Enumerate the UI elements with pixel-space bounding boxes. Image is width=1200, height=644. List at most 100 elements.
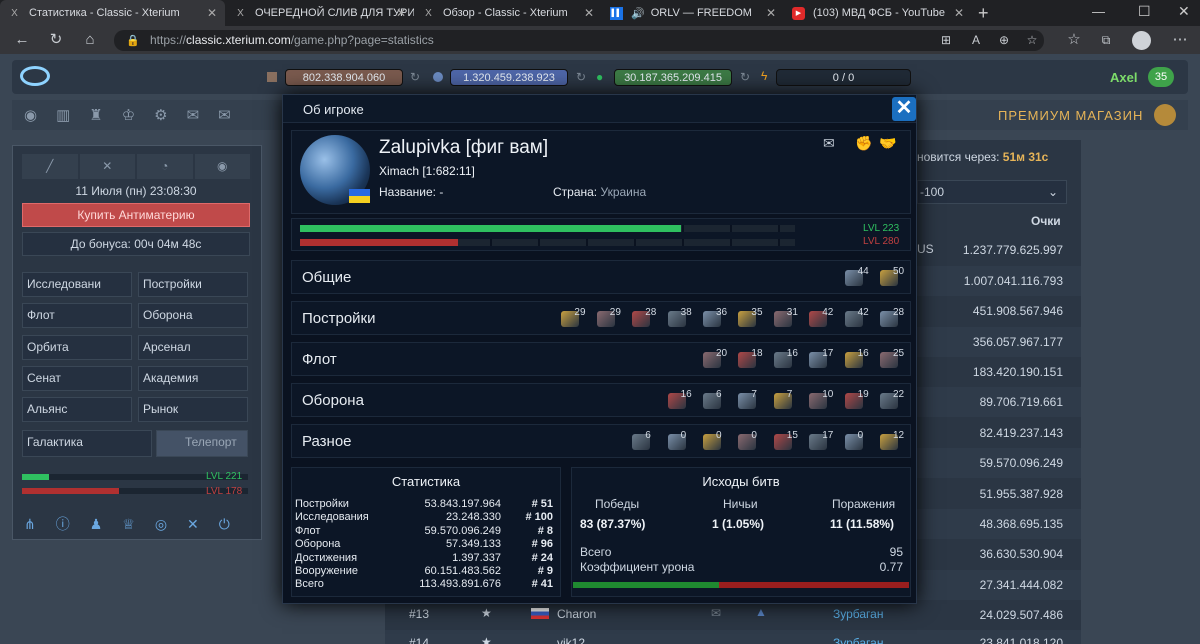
zoom-icon[interactable]: ⊕: [994, 30, 1014, 50]
update-timer: новится через: 51м 31с: [917, 150, 1048, 164]
menu-teleport[interactable]: Телепорт: [156, 430, 248, 457]
menu-buildings[interactable]: Постройки: [138, 272, 248, 297]
username[interactable]: Axel: [1110, 70, 1137, 85]
stat-value: 59.570.096.249: [424, 524, 501, 537]
crystal-icon: [433, 72, 443, 82]
message-icon[interactable]: ✉: [711, 606, 721, 620]
bonus-timer-button[interactable]: До бонуса: 00ч 04м 48с: [22, 232, 250, 256]
apps-icon[interactable]: ⊞: [936, 30, 956, 50]
achievement-icon: 0: [738, 430, 760, 453]
browser-tab-statistics[interactable]: X Статистика - Classic - Xterium ✕: [0, 0, 225, 26]
timer-icon[interactable]: ◔: [137, 154, 193, 179]
home-icon[interactable]: ⌂: [80, 30, 100, 50]
eye-logo-icon[interactable]: [20, 66, 50, 86]
refresh-icon[interactable]: ↻: [740, 70, 750, 84]
menu-academy[interactable]: Академия: [138, 366, 248, 391]
player-name: Zalupivka [фиг вам]: [379, 137, 549, 158]
table-row[interactable]: #14 ★ vik12 Зурбаган 23.841.018.120: [385, 630, 1081, 644]
back-icon[interactable]: ←: [12, 30, 32, 50]
bottom-icons-strip[interactable]: ⋔ⓘ♟♕◎✕⏻: [24, 514, 250, 534]
stat-rank: # 100: [525, 511, 553, 524]
menu-senate[interactable]: Сенат: [22, 366, 132, 391]
close-tab-icon[interactable]: ✕: [766, 6, 776, 20]
achievement-icon: 38: [667, 307, 692, 330]
star-icon[interactable]: ★: [481, 635, 492, 644]
range-dropdown[interactable]: -100 ⌄: [917, 180, 1067, 204]
planet-value: -: [439, 185, 444, 199]
dialog-title: Об игроке: [303, 102, 364, 117]
close-window-icon[interactable]: ✕: [1178, 3, 1190, 20]
refresh-icon[interactable]: ↻: [576, 70, 586, 84]
browser-tab-3[interactable]: X Обзор - Classic - Xterium ✕: [414, 0, 602, 26]
stat-row: Исследования 23.248.330 # 100: [295, 511, 553, 524]
menu-research[interactable]: Исследовани: [22, 272, 132, 297]
url-text[interactable]: https://classic.xterium.com/game.php?pag…: [150, 33, 434, 47]
close-tab-icon[interactable]: ✕: [584, 6, 594, 20]
achievements-defense-row: Оборона 16 6 7 7 10 19 22: [291, 383, 911, 417]
achievement-icon: 28: [632, 307, 656, 330]
stat-label: Оборона: [295, 538, 341, 551]
speaker-icon[interactable]: 🔊: [631, 7, 645, 20]
star-icon[interactable]: ★: [481, 606, 492, 620]
menu-alliance[interactable]: Альянс: [22, 397, 132, 422]
buy-antimatter-button[interactable]: Купить Антиматерию: [22, 203, 250, 227]
fist-icon[interactable]: ✊: [855, 135, 872, 152]
eye-icon[interactable]: ◉: [194, 154, 250, 179]
player-name[interactable]: vik12: [557, 636, 585, 644]
favorite-icon[interactable]: ☆: [1022, 30, 1042, 50]
message-icon[interactable]: ✉: [823, 135, 835, 152]
premium-icon[interactable]: [1154, 104, 1176, 126]
close-tab-icon[interactable]: ✕: [207, 6, 217, 20]
achievement-icon: 25: [880, 348, 904, 371]
achievement-icon: 15: [773, 430, 798, 453]
close-tab-icon[interactable]: ✕: [396, 6, 406, 20]
achievement-icon: 0: [667, 430, 690, 453]
alliance-name[interactable]: Зурбаган: [833, 607, 883, 621]
tab-favicon: ▌▌: [610, 6, 623, 20]
read-aloud-icon[interactable]: A: [966, 30, 986, 50]
player-name[interactable]: Charon: [557, 607, 596, 621]
reload-icon[interactable]: ↻: [46, 30, 66, 50]
stat-row: Флот 59.570.096.249 # 8: [295, 525, 553, 538]
minimize-icon[interactable]: —: [1092, 4, 1105, 19]
browser-tab-4[interactable]: ▌▌ 🔊 ORLV — FREEDOM ✕: [602, 0, 784, 26]
achievement-count: 17: [822, 348, 834, 359]
close-tab-icon[interactable]: ✕: [954, 6, 964, 20]
server-date: 11 Июля (пн) 23:08:30: [75, 184, 197, 198]
menu-galaxy[interactable]: Галактика: [22, 430, 152, 457]
menu-market[interactable]: Рынок: [138, 397, 248, 422]
draws-label: Ничьи: [723, 497, 758, 511]
favorites-icon[interactable]: ☆: [1064, 30, 1084, 50]
player-coords[interactable]: Ximach [1:682:11]: [379, 164, 475, 178]
maximize-icon[interactable]: ☐: [1138, 3, 1151, 20]
achievement-icon: 7: [738, 389, 760, 412]
collections-icon[interactable]: ⧉: [1096, 30, 1116, 50]
profile-avatar[interactable]: [1132, 31, 1151, 50]
handshake-icon[interactable]: 🤝: [879, 135, 896, 152]
premium-shop-link[interactable]: ПРЕМИУМ МАГАЗИН: [998, 108, 1143, 123]
table-row[interactable]: #13 ★ Charon ✉ ▲ Зурбаган 24.029.507.486: [385, 600, 1081, 630]
tab-title: (103) МВД ФСБ - YouTube: [813, 7, 946, 19]
more-icon[interactable]: ⋯: [1170, 30, 1190, 50]
menu-arsenal[interactable]: Арсенал: [138, 335, 248, 360]
crystal-amount: 1.320.459.238.923: [450, 69, 568, 86]
wins-label: Победы: [595, 497, 640, 511]
menu-defense[interactable]: Оборона: [138, 303, 248, 328]
menu-orbit[interactable]: Орбита: [22, 335, 132, 360]
refresh-icon[interactable]: ↻: [410, 70, 420, 84]
achievement-count: 28: [893, 307, 905, 318]
brush-icon[interactable]: ╱: [22, 154, 78, 179]
browser-tab-2[interactable]: X ОЧЕРЕДНОЙ СЛИВ ДЛЯ ТУРИК ✕: [226, 0, 414, 26]
menu-fleet[interactable]: Флот: [22, 303, 132, 328]
swords-icon[interactable]: ✕: [79, 154, 135, 179]
new-tab-icon[interactable]: +: [978, 3, 989, 24]
browser-tab-5[interactable]: ▶ (103) МВД ФСБ - YouTube ✕: [784, 0, 972, 26]
nav-icons-strip[interactable]: ◉▥♜♔⚙✉✉: [24, 106, 250, 124]
category-name: Разное: [302, 433, 352, 450]
alliance-name[interactable]: Зурбаган: [833, 636, 883, 644]
close-button[interactable]: ✕: [892, 97, 916, 121]
lock-icon[interactable]: 🔒: [126, 34, 140, 47]
stat-value: 1.397.337: [452, 551, 501, 564]
category-name: Постройки: [302, 310, 376, 327]
score-value: 356.057.967.177: [972, 335, 1063, 349]
